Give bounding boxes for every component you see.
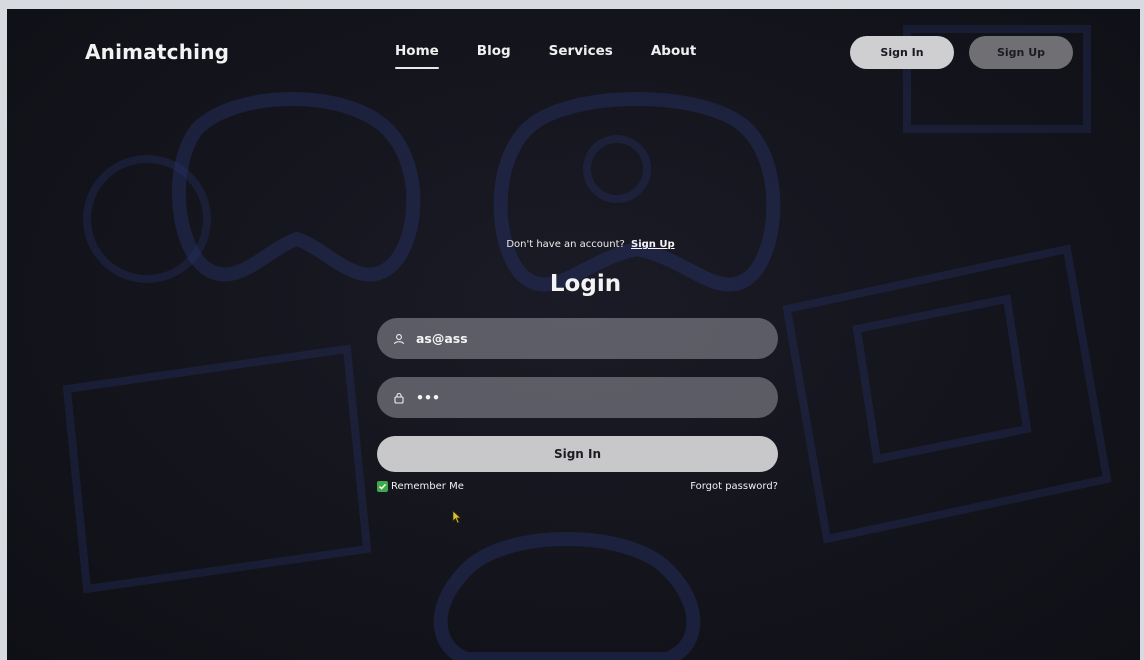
remember-me-label: Remember Me xyxy=(391,481,464,492)
forgot-password-link[interactable]: Forgot password? xyxy=(690,481,778,492)
header-sign-in-button[interactable]: Sign In xyxy=(850,36,954,69)
checkmark-icon xyxy=(378,483,387,490)
nav-links: Home Blog Services About xyxy=(395,43,734,69)
remember-me-checkbox[interactable] xyxy=(377,481,388,492)
login-title: Login xyxy=(549,271,622,297)
signup-link[interactable]: Sign Up xyxy=(631,239,675,250)
form-options-row: Remember Me Forgot password? xyxy=(377,481,778,492)
nav-about[interactable]: About xyxy=(651,43,696,69)
signup-hint: Don't have an account? Sign Up xyxy=(403,239,778,250)
app-window: Animatching Home Blog Services About Sig… xyxy=(7,9,1140,660)
username-input[interactable] xyxy=(416,331,756,346)
username-field-wrapper xyxy=(377,318,778,359)
mouse-cursor-icon xyxy=(452,510,462,524)
nav-services[interactable]: Services xyxy=(549,43,613,69)
brand-logo[interactable]: Animatching xyxy=(85,40,229,64)
login-form: Don't have an account? Sign Up Login Sig… xyxy=(377,239,778,492)
header-sign-up-button[interactable]: Sign Up xyxy=(969,36,1073,69)
user-icon xyxy=(392,332,406,346)
password-input[interactable] xyxy=(416,390,756,405)
signup-hint-text: Don't have an account? xyxy=(506,239,625,250)
lock-icon xyxy=(392,391,406,405)
sign-in-button[interactable]: Sign In xyxy=(377,436,778,472)
navbar: Animatching Home Blog Services About Sig… xyxy=(7,9,1140,99)
password-field-wrapper xyxy=(377,377,778,418)
remember-me[interactable]: Remember Me xyxy=(377,481,464,492)
nav-home[interactable]: Home xyxy=(395,43,439,69)
nav-blog[interactable]: Blog xyxy=(477,43,511,69)
